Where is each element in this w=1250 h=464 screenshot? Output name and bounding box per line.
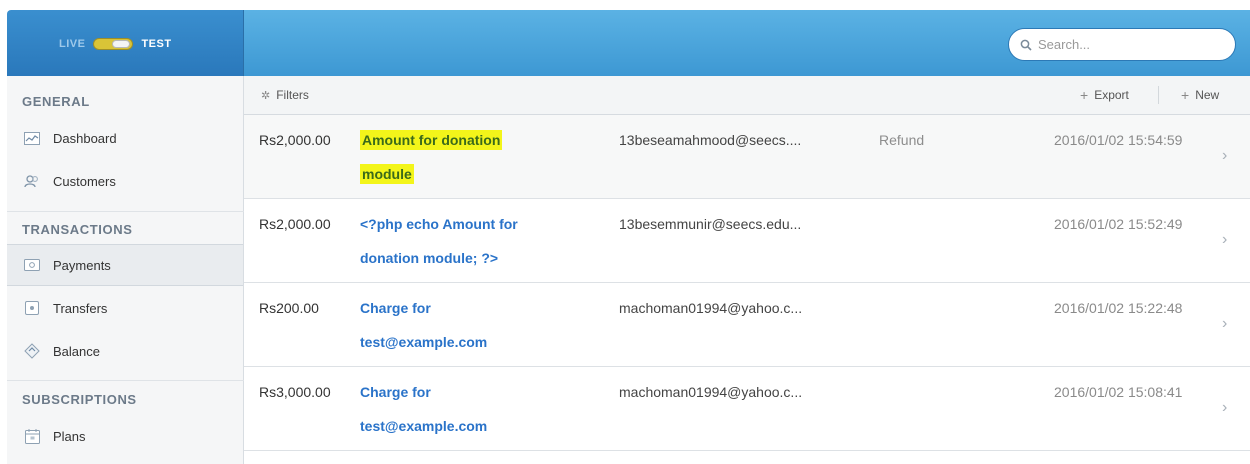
table-row[interactable]: Rs2,000.00 Amount for donation module 13… [244,115,1250,199]
sidebar-item-label: Transfers [53,300,108,316]
sidebar-item-transfers[interactable]: Transfers [7,287,243,329]
description-line1: Amount for donation [360,130,503,150]
payment-amount: Rs200.00 [259,300,319,316]
payment-date: 2016/01/02 15:22:48 [1054,300,1183,316]
payment-description[interactable]: Amount for donation module [360,123,575,191]
table-row[interactable]: Rs2,000.00 <?php echo Amount for donatio… [244,199,1250,283]
customer-email: 13besemmunir@seecs.edu... [619,216,802,232]
payment-description[interactable]: Charge for test@example.com [360,291,575,359]
table-row[interactable]: Rs3,000.00 Charge for test@example.com m… [244,367,1250,451]
toggle-knob[interactable] [112,40,131,48]
section-heading-general: GENERAL [22,94,90,109]
chart-icon [23,131,41,145]
payments-list: Rs2,000.00 Amount for donation module 13… [244,115,1250,451]
customer-email: machoman01994@yahoo.c... [619,384,803,400]
filters-label: Filters [276,88,309,102]
toolbar: ✲ Filters + Export + New [244,76,1250,115]
status-badge: Refund [879,132,925,148]
customer-email: 13beseamahmood@seecs.... [619,132,802,148]
sidebar-item-label: Payments [53,257,111,273]
description-line2: test@example.com [360,334,488,350]
balance-icon [23,343,41,359]
description-line2: test@example.com [360,418,488,434]
payment-description[interactable]: Charge for test@example.com [360,375,575,443]
gear-icon: ✲ [261,89,271,102]
sidebar-item-plans[interactable]: Plans [7,415,243,457]
sidebar-item-balance[interactable]: Balance [7,330,243,372]
chevron-right-icon: › [1222,399,1228,416]
divider [7,380,244,381]
chevron-right-icon: › [1222,315,1228,332]
users-icon [23,174,41,188]
export-label: Export [1094,88,1129,102]
section-heading-subscriptions: SUBSCRIPTIONS [22,392,137,407]
new-label: New [1195,88,1220,102]
top-bar: LIVE TEST [0,0,1250,76]
divider [7,211,244,212]
description-line2: donation module; ?> [360,250,499,266]
payment-date: 2016/01/02 15:52:49 [1054,216,1183,232]
payment-description[interactable]: <?php echo Amount for donation module; ?… [360,207,575,275]
sidebar-item-customers[interactable]: Customers [7,160,243,202]
description-line1: <?php echo Amount for [360,216,518,232]
transfer-icon [23,301,41,315]
search-box[interactable] [1008,28,1236,61]
sidebar-item-label: Balance [53,343,100,359]
payment-amount: Rs2,000.00 [259,132,331,148]
search-input[interactable] [1038,37,1228,52]
export-button[interactable]: + Export [1080,88,1129,102]
customer-email: machoman01994@yahoo.c... [619,300,803,316]
payment-date: 2016/01/02 15:08:41 [1054,384,1183,400]
sidebar-item-label: Customers [53,173,116,189]
mode-test-label[interactable]: TEST [141,38,171,50]
table-row[interactable]: Rs200.00 Charge for test@example.com mac… [244,283,1250,367]
description-line1: Charge for [360,300,431,316]
sidebar-item-dashboard[interactable]: Dashboard [7,117,243,159]
toolbar-divider [1158,86,1159,104]
mode-live-label[interactable]: LIVE [59,38,85,50]
chevron-right-icon: › [1222,231,1228,248]
section-heading-transactions: TRANSACTIONS [22,222,133,237]
calendar-icon [23,428,41,444]
sidebar-item-label: Dashboard [53,130,117,146]
sidebar-item-label: Plans [53,428,86,444]
mode-switch[interactable]: LIVE TEST [59,37,172,51]
payment-amount: Rs3,000.00 [259,384,331,400]
chevron-right-icon: › [1222,147,1228,164]
payment-amount: Rs2,000.00 [259,216,331,232]
filters-button[interactable]: ✲ Filters [261,88,309,102]
payment-date: 2016/01/02 15:54:59 [1054,132,1183,148]
download-icon: + [1080,87,1089,103]
description-line1: Charge for [360,384,431,400]
new-button[interactable]: + New [1181,88,1219,102]
mode-toggle[interactable] [93,38,134,50]
sidebar: GENERAL Dashboard Customers TRANSACTIONS… [7,76,244,464]
mode-panel: LIVE TEST [7,10,243,76]
payment-card-icon [23,258,41,272]
search-icon [1020,39,1032,51]
description-line2: module [360,164,414,184]
plus-icon: + [1181,87,1190,103]
sidebar-item-payments[interactable]: Payments [7,244,243,286]
